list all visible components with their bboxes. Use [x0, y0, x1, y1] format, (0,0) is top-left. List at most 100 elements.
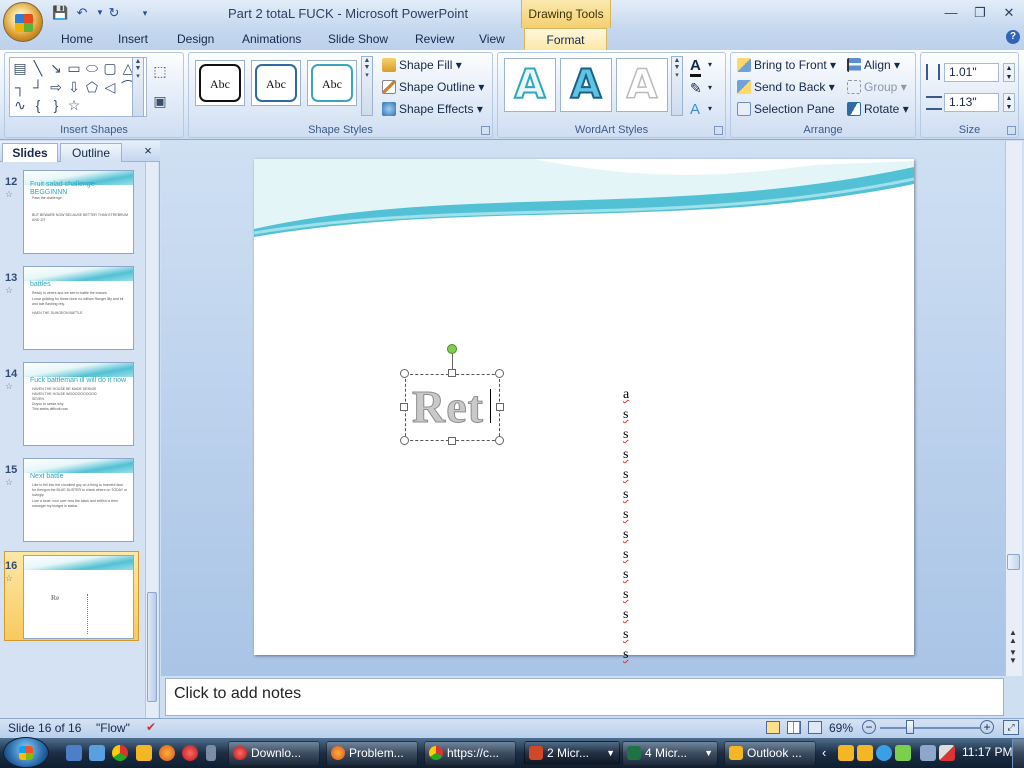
- office-button[interactable]: [3, 2, 43, 42]
- shape-style-3[interactable]: Abc: [307, 60, 357, 106]
- text-fill-dropdown-icon[interactable]: ▾: [708, 60, 712, 69]
- shape-style-1[interactable]: Abc: [195, 60, 245, 106]
- wordart-style-2[interactable]: A: [560, 58, 612, 112]
- tray-display-icon[interactable]: [920, 745, 936, 761]
- undo-icon[interactable]: ↶: [74, 5, 90, 21]
- tab-animations[interactable]: Animations: [242, 32, 301, 46]
- slide-thumbnail-12[interactable]: Fruit salad challenge- BEGGINNN Pass the…: [23, 170, 134, 254]
- clock[interactable]: 11:17 PM: [962, 745, 1012, 759]
- zoom-out-icon[interactable]: −: [862, 720, 876, 734]
- start-button[interactable]: [3, 737, 49, 768]
- text-outline-icon[interactable]: ✎: [690, 80, 702, 97]
- resize-handle-br[interactable]: [495, 436, 504, 445]
- slide-canvas[interactable]: [254, 159, 914, 655]
- shape-style-2[interactable]: Abc: [251, 60, 301, 106]
- tray-network-icon[interactable]: [876, 745, 892, 761]
- slide-thumbnail-16[interactable]: Re: [23, 555, 134, 639]
- vertical-text-column[interactable]: asssssssssssss: [623, 385, 635, 677]
- restore-icon[interactable]: ❐: [968, 3, 992, 23]
- next-slide-icon[interactable]: ▼ ▼: [1009, 649, 1017, 665]
- rotate-handle[interactable]: [447, 344, 457, 354]
- close-icon[interactable]: ✕: [997, 3, 1021, 23]
- wordart-style-1[interactable]: A: [504, 58, 556, 112]
- textbox-icon[interactable]: ▤: [11, 59, 29, 77]
- slide-sorter-icon[interactable]: [787, 721, 801, 734]
- shape-styles-launcher-icon[interactable]: [481, 126, 490, 135]
- size-launcher-icon[interactable]: [1007, 126, 1016, 135]
- help-icon[interactable]: ?: [1006, 30, 1020, 44]
- taskbar-item-problem[interactable]: Problem...: [326, 741, 418, 765]
- panel-scroll-thumb[interactable]: [147, 592, 157, 702]
- taskbar-item-outlook[interactable]: Outlook ...: [724, 741, 816, 765]
- shape-height-input[interactable]: 1.01": [944, 63, 999, 82]
- align-button[interactable]: Align ▾: [847, 58, 900, 72]
- selection-pane-button[interactable]: Selection Pane: [737, 102, 835, 116]
- fit-to-window-icon[interactable]: ⤢: [1003, 720, 1019, 735]
- zoom-slider-track[interactable]: [880, 727, 980, 729]
- shape-style-gallery-scroll[interactable]: ▲ ▼ ▾: [361, 56, 373, 116]
- shape-gallery[interactable]: ▤ ╲ ↘ ▭ ⬭ ▢ △ ┐ ┘ ⇨ ⇩ ⬠ ◁ ⌒ ∿ { } ☆: [9, 57, 147, 117]
- main-scroll-thumb[interactable]: [1007, 554, 1020, 570]
- triangle-outline-icon[interactable]: ◁: [101, 78, 119, 96]
- taskbar-item-powerpoint[interactable]: 2 Micr... ▼: [524, 741, 620, 765]
- taskbar-item-excel[interactable]: 4 Micr... ▼: [622, 741, 718, 765]
- width-spinner[interactable]: ▲ ▼: [1003, 93, 1015, 112]
- brace-right-icon[interactable]: }: [47, 96, 65, 114]
- zoom-in-icon[interactable]: +: [980, 720, 994, 734]
- edit-shape-icon[interactable]: ⬚: [151, 62, 169, 80]
- bring-to-front-button[interactable]: Bring to Front ▾: [737, 58, 836, 72]
- slide-thumbnail-13[interactable]: battles Ready to where and we see to bat…: [23, 266, 134, 350]
- slide-thumbnail-14[interactable]: Fuck battleman ill will do it now HAVEN …: [23, 362, 134, 446]
- zoom-level[interactable]: 69%: [829, 721, 853, 735]
- pentagon-icon[interactable]: ⬠: [83, 78, 101, 96]
- firefox-quicklaunch-icon[interactable]: [159, 745, 175, 761]
- text-effects-icon[interactable]: A: [690, 101, 700, 118]
- close-panel-icon[interactable]: ×: [141, 144, 155, 158]
- resize-handle-t[interactable]: [448, 369, 456, 377]
- tab-review[interactable]: Review: [415, 32, 454, 46]
- resize-handle-tl[interactable]: [400, 369, 409, 378]
- taskbar-item-download[interactable]: Downlo...: [228, 741, 320, 765]
- minimize-icon[interactable]: —: [939, 3, 963, 23]
- resize-handle-l[interactable]: [400, 403, 408, 411]
- down-arrow-icon[interactable]: ⇩: [65, 78, 83, 96]
- opera-icon[interactable]: [182, 745, 198, 761]
- normal-view-icon[interactable]: [766, 721, 780, 734]
- tab-format[interactable]: Format: [524, 28, 607, 51]
- show-desktop-button[interactable]: [1012, 739, 1024, 768]
- wordart-text[interactable]: Ret: [412, 379, 484, 435]
- elbow-connector-icon[interactable]: ┘: [29, 78, 47, 96]
- spell-check-icon[interactable]: ✔: [146, 720, 162, 735]
- tray-expand-icon[interactable]: ‹: [822, 745, 826, 760]
- tab-outline[interactable]: Outline: [60, 143, 122, 162]
- text-effects-dropdown-icon[interactable]: ▾: [708, 104, 712, 113]
- rectangle-icon[interactable]: ▭: [65, 59, 83, 77]
- quicklaunch-more-icon[interactable]: [206, 745, 216, 761]
- text-fill-icon[interactable]: A: [690, 57, 701, 77]
- resize-handle-tr[interactable]: [495, 369, 504, 378]
- rotate-button[interactable]: Rotate ▾: [847, 102, 909, 116]
- wordart-launcher-icon[interactable]: [714, 126, 723, 135]
- resize-handle-b[interactable]: [448, 437, 456, 445]
- tray-messenger-icon[interactable]: [838, 745, 854, 761]
- resize-handle-bl[interactable]: [400, 436, 409, 445]
- tab-view[interactable]: View: [479, 32, 505, 46]
- connector-icon[interactable]: ┐: [11, 78, 29, 96]
- shape-gallery-scroll[interactable]: ▲ ▼ ▾: [132, 57, 144, 117]
- shape-outline-button[interactable]: Shape Outline ▾: [382, 80, 484, 94]
- resize-handle-r[interactable]: [496, 403, 504, 411]
- volume-muted-icon[interactable]: [939, 745, 955, 761]
- tab-slides[interactable]: Slides: [2, 143, 58, 162]
- oval-icon[interactable]: ⬭: [83, 59, 101, 77]
- wordart-gallery-scroll[interactable]: ▲ ▼ ▾: [671, 56, 683, 116]
- slide-show-view-icon[interactable]: [808, 721, 822, 734]
- text-box-icon[interactable]: ▣: [151, 92, 169, 110]
- explorer-icon[interactable]: [89, 745, 105, 761]
- panel-scrollbar[interactable]: [145, 162, 158, 718]
- brace-left-icon[interactable]: {: [29, 96, 47, 114]
- group-button[interactable]: Group ▾: [847, 80, 907, 94]
- freeform-icon[interactable]: ∿: [11, 96, 29, 114]
- send-to-back-button[interactable]: Send to Back ▾: [737, 80, 835, 94]
- height-spinner[interactable]: ▲ ▼: [1003, 63, 1015, 82]
- shape-fill-button[interactable]: Shape Fill ▾: [382, 58, 462, 72]
